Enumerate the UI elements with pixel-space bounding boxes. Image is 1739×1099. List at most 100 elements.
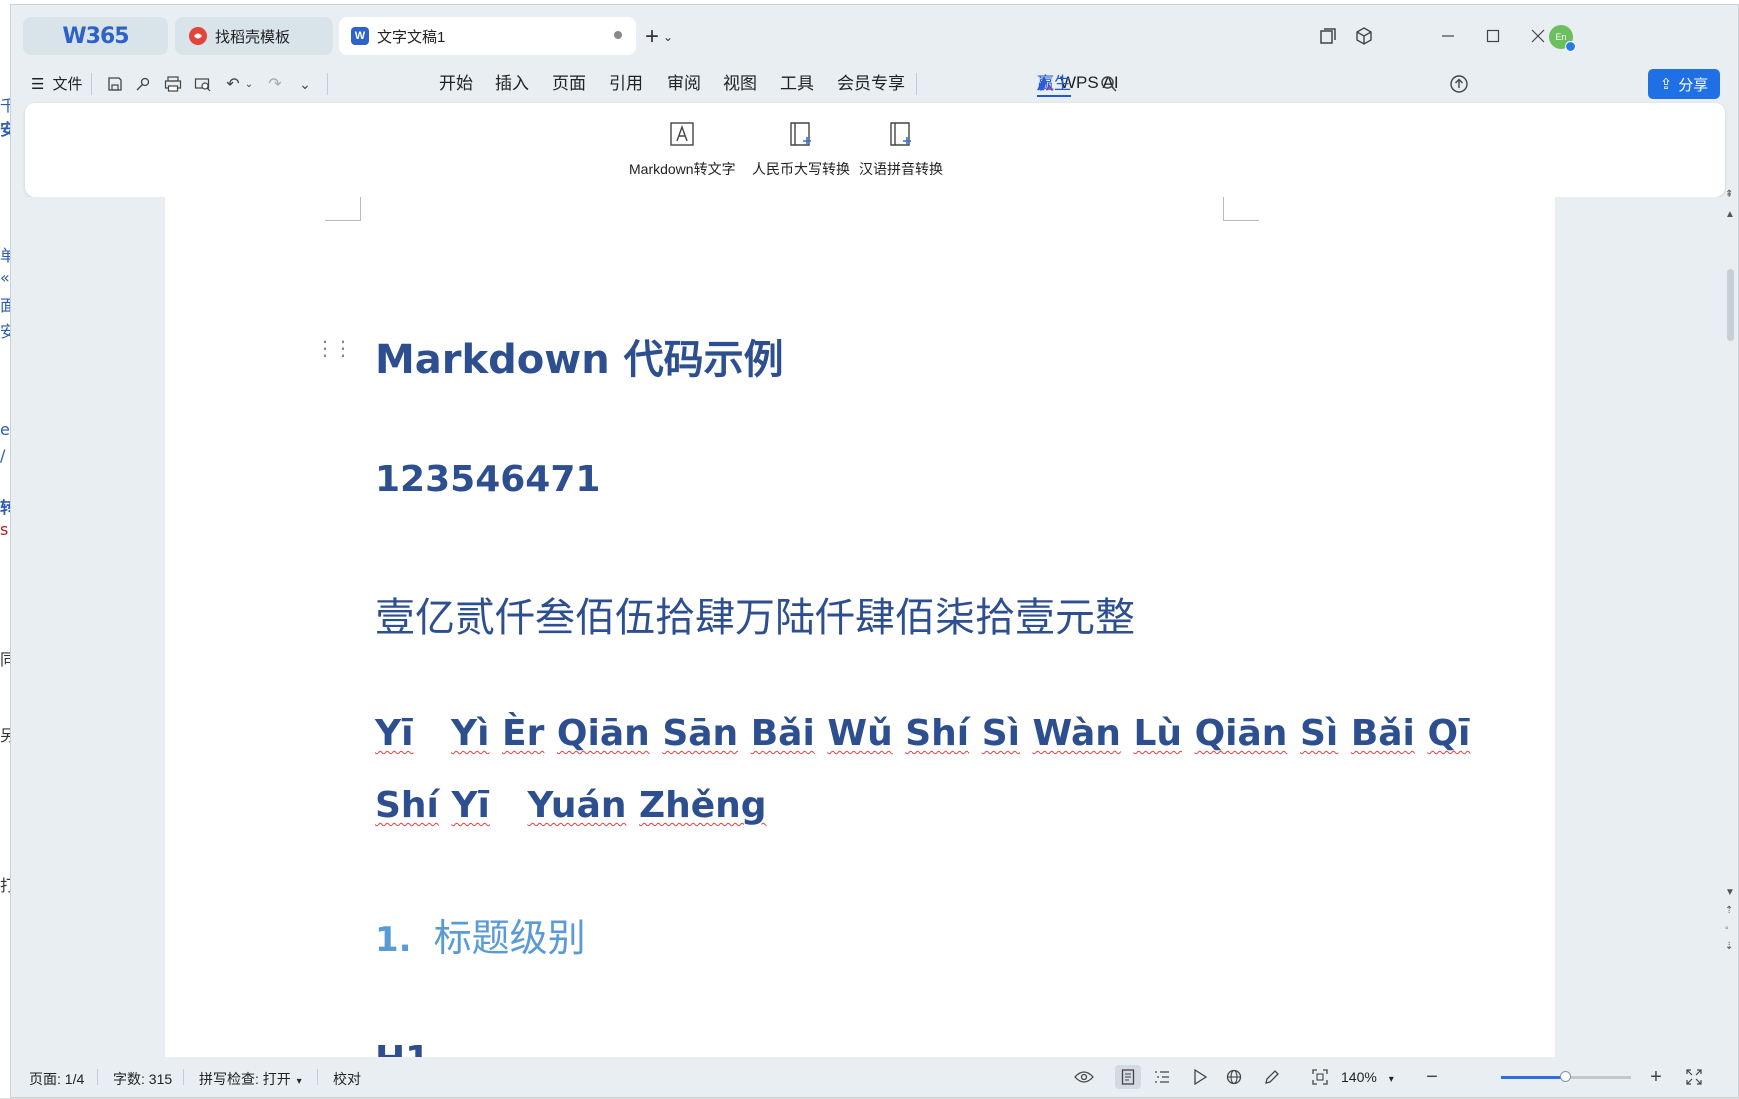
zoom-in-icon[interactable]: + — [1643, 1065, 1669, 1089]
page-view-icon[interactable] — [1115, 1065, 1141, 1089]
number-paragraph[interactable]: 123546471 — [375, 459, 600, 500]
chevron-down-icon: ▾ — [1388, 1074, 1394, 1085]
ribbon-button-label: 汉语拼音转换 — [859, 161, 943, 177]
zoom-slider-fill — [1501, 1076, 1566, 1079]
tab-close-icon[interactable] — [614, 31, 622, 39]
title-bar: W365 找稻壳模板 W 文字文稿1 + ⌄ En — [11, 5, 1738, 63]
h1-paragraph[interactable]: H1 — [375, 1039, 430, 1057]
tab-label: 找稻壳模板 — [215, 28, 291, 46]
share-icon: ⇪ — [1659, 76, 1673, 93]
tab-label: 文字文稿1 — [377, 28, 446, 46]
pen-icon[interactable] — [1259, 1065, 1285, 1089]
ribbon-button-label: 人民币大写转换 — [752, 161, 850, 177]
divider — [317, 1069, 318, 1085]
search-icon[interactable] — [1097, 73, 1121, 95]
rmb-uppercase-button[interactable]: 人民币大写转换 — [752, 117, 850, 179]
document-add-icon — [884, 117, 918, 151]
pinyin-convert-button[interactable]: 汉语拼音转换 — [859, 117, 943, 179]
scroll-top-icon[interactable]: ⇞ — [1725, 189, 1733, 200]
markdown-to-text-button[interactable]: Markdown转文字 — [629, 117, 736, 179]
scroll-up-arrow-icon[interactable]: ▲ — [1725, 209, 1735, 220]
cloud-upload-icon[interactable] — [1447, 73, 1471, 95]
paragraph-drag-handle-icon[interactable]: ⋮⋮ — [315, 339, 353, 359]
tab-docer-templates[interactable]: 找稻壳模板 — [175, 17, 333, 55]
print-preview-icon[interactable] — [191, 73, 215, 95]
margin-corner-left — [325, 197, 361, 221]
file-menu-label: 文件 — [52, 76, 83, 93]
menu-insert[interactable]: 插入 — [495, 73, 529, 97]
tab-home[interactable]: W365 — [23, 17, 168, 55]
share-button[interactable]: ⇪ 分享 — [1648, 69, 1720, 99]
save-icon[interactable] — [103, 73, 127, 95]
rmb-uppercase-paragraph[interactable]: 壹亿贰仟叁佰伍拾肆万陆仟肆佰柒拾壹元整 — [375, 585, 1135, 643]
menu-view[interactable]: 视图 — [723, 73, 757, 97]
select-browse-object-icon[interactable]: ◦ — [1725, 923, 1729, 934]
wps-writer-window: W365 找稻壳模板 W 文字文稿1 + ⌄ En ☰ 文件 ↶ ⌄ ↷ ⌄ 开… — [10, 4, 1739, 1098]
file-menu-button[interactable]: ☰ 文件 — [31, 73, 82, 94]
status-bar: 页面: 1/4 字数: 315 拼写检查: 打开 ▾ 校对 140% ▾ − + — [11, 1057, 1738, 1097]
cube-icon[interactable] — [1351, 23, 1377, 49]
vertical-scrollbar[interactable]: ⇞ ▲ ▼ ⇡ ◦ ⇣ — [1721, 189, 1738, 1057]
scroll-down-arrow-icon[interactable]: ▼ — [1725, 887, 1735, 898]
wps365-logo: W365 — [62, 23, 129, 49]
divider — [97, 1069, 98, 1085]
next-page-icon[interactable]: ⇣ — [1725, 941, 1733, 952]
document-title[interactable]: Markdown 代码示例 — [375, 327, 784, 385]
proofread-button[interactable]: 校对 — [333, 1069, 361, 1089]
zoom-out-icon[interactable]: − — [1419, 1065, 1445, 1089]
new-tab-button[interactable]: + ⌄ — [645, 23, 689, 51]
divider — [916, 73, 917, 95]
maximize-icon[interactable] — [1480, 23, 1506, 49]
user-avatar[interactable]: En — [1549, 25, 1576, 52]
menu-tools[interactable]: 工具 — [780, 73, 814, 97]
divider — [327, 73, 328, 95]
minimize-icon[interactable] — [1435, 23, 1461, 49]
page-indicator[interactable]: 页面: 1/4 — [29, 1069, 84, 1089]
menu-home[interactable]: 开始 — [439, 73, 473, 97]
eye-protection-icon[interactable] — [1071, 1065, 1097, 1089]
fullscreen-icon[interactable] — [1681, 1065, 1707, 1089]
ribbon-toolbar: Markdown转文字 人民币大写转换 汉语拼音转换 — [25, 103, 1725, 197]
markdown-text-icon — [665, 117, 699, 151]
document-canvas: ⋮⋮ Markdown 代码示例 123546471 壹亿贰仟叁佰伍拾肆万陆仟肆… — [11, 197, 1721, 1057]
scrollbar-thumb[interactable] — [1727, 269, 1734, 341]
divider — [91, 73, 92, 95]
status-badge — [1565, 41, 1576, 52]
document-page[interactable]: ⋮⋮ Markdown 代码示例 123546471 壹亿贰仟叁佰伍拾肆万陆仟肆… — [165, 197, 1555, 1057]
zoom-level-dropdown[interactable]: 140% ▾ — [1341, 1069, 1394, 1085]
print-icon[interactable] — [161, 73, 185, 95]
menu-review[interactable]: 审阅 — [667, 73, 701, 97]
word-count[interactable]: 字数: 315 — [113, 1069, 172, 1089]
play-icon[interactable] — [1187, 1065, 1213, 1089]
redo-icon[interactable]: ↷ — [263, 73, 287, 95]
menu-references[interactable]: 引用 — [609, 73, 643, 97]
tab-document[interactable]: W 文字文稿1 — [339, 17, 636, 55]
previous-page-icon[interactable]: ⇡ — [1725, 905, 1733, 916]
menu-bar: ☰ 文件 ↶ ⌄ ↷ ⌄ 开始 插入 页面 引用 审阅 视图 工具 会员专享 W… — [11, 63, 1738, 105]
window-layout-icon[interactable] — [1315, 23, 1341, 49]
margin-corner-right — [1223, 197, 1259, 221]
more-chevron-icon[interactable]: ⌄ — [293, 73, 317, 95]
heading-level-1[interactable]: 1. 标题级别 — [375, 907, 586, 962]
heading-number: 1. — [375, 920, 412, 960]
spellcheck-toggle[interactable]: 拼写检查: 打开 ▾ — [199, 1069, 302, 1089]
ribbon-button-label: Markdown转文字 — [629, 161, 736, 177]
pinyin-line-2[interactable]: Shí Yī Yuán Zhěng — [375, 785, 767, 826]
divider — [183, 1069, 184, 1085]
menu-member[interactable]: 会员专享 — [837, 73, 905, 97]
web-view-icon[interactable] — [1221, 1065, 1247, 1089]
close-icon[interactable] — [1525, 23, 1551, 49]
zoom-slider-handle[interactable] — [1560, 1071, 1571, 1082]
undo-dropdown-icon[interactable]: ⌄ — [237, 73, 261, 95]
zoom-slider[interactable] — [1501, 1071, 1631, 1082]
writer-doc-icon: W — [351, 27, 369, 45]
outline-view-icon[interactable] — [1149, 1065, 1175, 1089]
chevron-down-icon: ⌄ — [663, 30, 674, 44]
plus-icon: + — [645, 23, 660, 50]
export-pdf-icon[interactable] — [131, 73, 155, 95]
fit-page-icon[interactable] — [1307, 1065, 1333, 1089]
menu-winsheng[interactable]: 赢生 — [1037, 73, 1071, 97]
menu-page[interactable]: 页面 — [552, 73, 586, 97]
heading-text: 标题级别 — [433, 916, 586, 960]
pinyin-line-1[interactable]: Yī Yì Èr Qiān Sān Bǎi Wǔ Shí Sì Wàn Lù Q… — [375, 713, 1470, 754]
